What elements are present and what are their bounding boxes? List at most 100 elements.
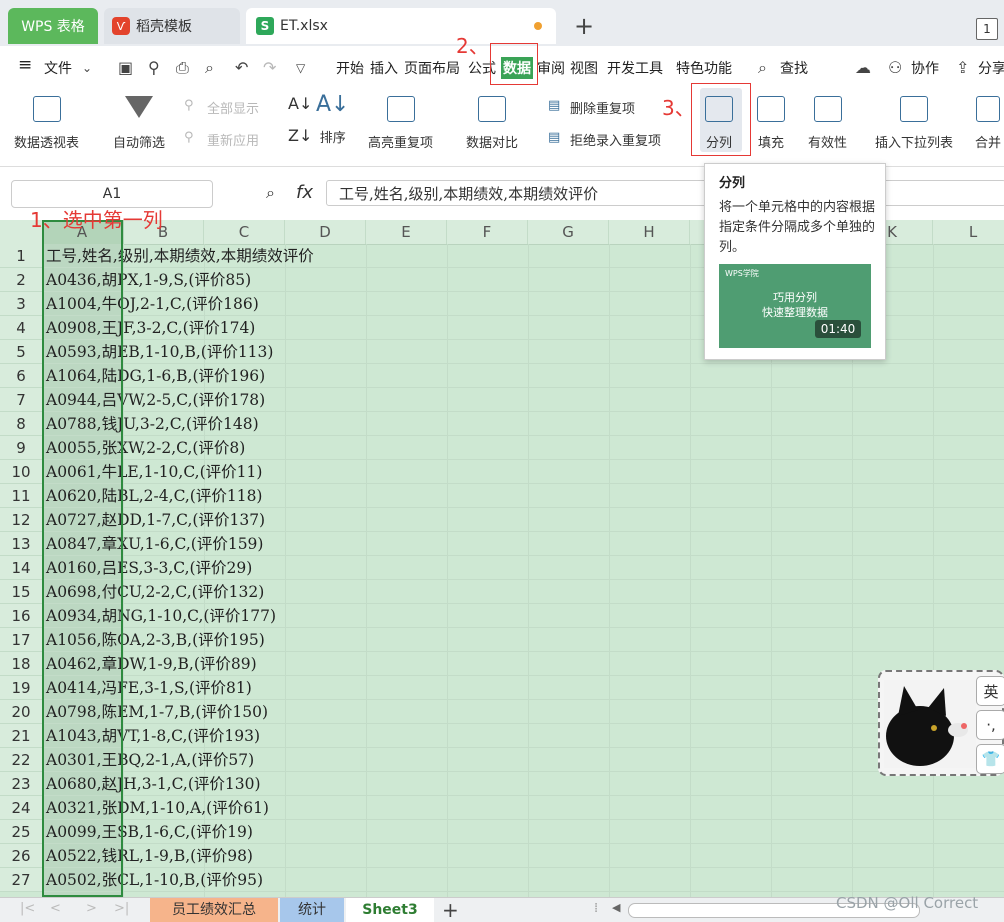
validity-icon <box>813 96 842 122</box>
row-header[interactable]: 22 <box>0 748 42 772</box>
hamburger-icon[interactable]: ≡ <box>18 55 32 75</box>
collaborate-button[interactable]: 协作 <box>911 58 939 78</box>
row-header[interactable]: 1 <box>0 244 42 268</box>
scroll-left-icon[interactable]: ◀ <box>612 901 620 914</box>
print-icon[interactable]: ⎙ <box>176 58 189 78</box>
grid-vline <box>285 244 286 897</box>
row-header[interactable]: 18 <box>0 652 42 676</box>
row-header[interactable]: 3 <box>0 292 42 316</box>
search-icon[interactable]: ⌕ <box>758 58 767 78</box>
share-button[interactable]: 分享 <box>978 58 1004 78</box>
column-header-g[interactable]: G <box>528 220 609 244</box>
pivot-table-button[interactable]: 数据透视表 <box>14 96 79 151</box>
highlight-duplicates-button[interactable]: 高亮重复项 <box>368 96 433 151</box>
sort-button[interactable]: A↓ 排序 <box>316 92 349 146</box>
customize-quick-access-icon[interactable]: ▽ <box>296 61 305 75</box>
shirt-icon[interactable]: 👕 <box>976 744 1004 774</box>
row-header[interactable]: 11 <box>0 484 42 508</box>
column-header-l[interactable]: L <box>933 220 1004 244</box>
sheet-tab-sheet3[interactable]: Sheet3 <box>346 898 434 922</box>
search-button[interactable]: 查找 <box>780 58 808 78</box>
delete-duplicates-button[interactable]: 删除重复项 <box>570 98 635 117</box>
menu-file[interactable]: 文件 <box>44 58 72 78</box>
row-header[interactable]: 27 <box>0 868 42 892</box>
merge-button[interactable]: 合并 <box>975 96 1001 151</box>
ime-punctuation-toggle[interactable]: ·, <box>976 710 1004 740</box>
tooltip-video-thumbnail[interactable]: WPS学院 巧用分列 快速整理数据 01:40 <box>719 264 871 348</box>
menu-view[interactable]: 视图 <box>570 58 598 78</box>
menu-developer[interactable]: 开发工具 <box>607 58 663 78</box>
watermark-text: CSDN @Oll Correct <box>836 894 979 912</box>
sheet-tab-performance-summary[interactable]: 员工绩效汇总 <box>150 898 278 922</box>
zoom-search-icon[interactable]: ⌕ <box>266 183 275 203</box>
validity-button[interactable]: 有效性 <box>808 96 847 151</box>
reapply-button[interactable]: 重新应用 <box>207 130 259 149</box>
row-header[interactable]: 6 <box>0 364 42 388</box>
insert-function-button[interactable]: fx <box>296 182 313 203</box>
grid-vline <box>366 244 367 897</box>
formula-input[interactable]: 工号,姓名,级别,本期绩效,本期绩效评价 <box>326 180 1004 206</box>
menu-features[interactable]: 特色功能 <box>676 58 732 78</box>
save-icon[interactable]: ▣ <box>118 58 133 77</box>
add-user-icon[interactable]: ⚇ <box>888 58 902 77</box>
row-header[interactable]: 2 <box>0 268 42 292</box>
format-painter-icon[interactable]: ⚲ <box>148 58 160 77</box>
row-header[interactable]: 14 <box>0 556 42 580</box>
row-header[interactable]: 26 <box>0 844 42 868</box>
row-header[interactable]: 13 <box>0 532 42 556</box>
reject-duplicates-button[interactable]: 拒绝录入重复项 <box>570 130 661 149</box>
tab-document[interactable]: S ET.xlsx <box>246 8 556 44</box>
menu-home[interactable]: 开始 <box>336 58 364 78</box>
row-header[interactable]: 23 <box>0 772 42 796</box>
new-tab-button[interactable]: + <box>574 12 594 40</box>
sheet-tab-statistics[interactable]: 统计 <box>280 898 344 922</box>
tab-wps-sheet[interactable]: WPS 表格 <box>8 8 98 44</box>
redo-icon[interactable]: ↷ <box>263 58 276 77</box>
row-header[interactable]: 19 <box>0 676 42 700</box>
row-header[interactable]: 9 <box>0 436 42 460</box>
print-preview-icon[interactable]: ⌕ <box>205 58 214 78</box>
row-header[interactable]: 8 <box>0 412 42 436</box>
row-header[interactable]: 20 <box>0 700 42 724</box>
column-header-e[interactable]: E <box>366 220 447 244</box>
column-header-c[interactable]: C <box>204 220 285 244</box>
column-header-h[interactable]: H <box>609 220 690 244</box>
row-header[interactable]: 16 <box>0 604 42 628</box>
scroll-splitter-icon[interactable]: ⁞ <box>594 901 598 916</box>
prev-sheet-icon[interactable]: < <box>50 901 61 916</box>
share-icon[interactable]: ⇪ <box>956 58 969 77</box>
undo-icon[interactable]: ↶ <box>235 58 248 77</box>
row-header[interactable]: 7 <box>0 388 42 412</box>
sort-descending-icon[interactable]: Z↓ <box>288 126 312 145</box>
add-sheet-button[interactable]: + <box>442 898 459 922</box>
next-sheet-icon[interactable]: > <box>86 901 97 916</box>
row-header[interactable]: 24 <box>0 796 42 820</box>
window-count-badge[interactable]: 1 <box>976 18 998 40</box>
last-sheet-icon[interactable]: >| <box>114 901 129 916</box>
cloud-sync-icon[interactable]: ☁ <box>855 58 871 77</box>
column-header-f[interactable]: F <box>447 220 528 244</box>
autofilter-button[interactable]: 自动筛选 <box>113 96 165 151</box>
first-sheet-icon[interactable]: |< <box>20 901 35 916</box>
ime-language-toggle[interactable]: 英 <box>976 676 1004 706</box>
row-header[interactable]: 21 <box>0 724 42 748</box>
row-header[interactable]: 25 <box>0 820 42 844</box>
menu-page-layout[interactable]: 页面布局 <box>404 58 460 78</box>
row-header[interactable]: 15 <box>0 580 42 604</box>
data-compare-button[interactable]: 数据对比 <box>466 96 518 151</box>
insert-dropdown-list-button[interactable]: 插入下拉列表 <box>875 96 953 151</box>
sort-ascending-icon[interactable]: A↓ <box>288 94 312 113</box>
row-header[interactable]: 10 <box>0 460 42 484</box>
row-header[interactable]: 5 <box>0 340 42 364</box>
fill-button[interactable]: 填充 <box>757 96 785 151</box>
row-header[interactable]: 17 <box>0 628 42 652</box>
menu-review[interactable]: 审阅 <box>537 58 565 78</box>
row-header[interactable]: 4 <box>0 316 42 340</box>
tab-template[interactable]: Ѵ 稻壳模板 <box>104 8 240 44</box>
chevron-down-icon[interactable]: ⌄ <box>82 61 92 75</box>
show-all-button[interactable]: 全部显示 <box>207 98 259 117</box>
column-header-d[interactable]: D <box>285 220 366 244</box>
menu-insert[interactable]: 插入 <box>370 58 398 78</box>
ime-floating-widget[interactable]: 英 ·, 👕 <box>878 670 1004 776</box>
row-header[interactable]: 12 <box>0 508 42 532</box>
